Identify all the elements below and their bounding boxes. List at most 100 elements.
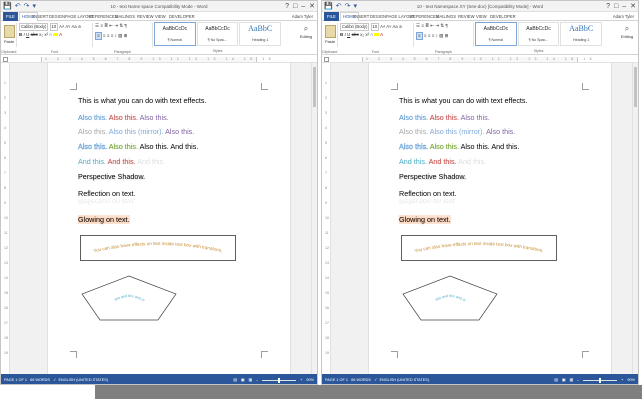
vertical-scrollbar[interactable] bbox=[632, 63, 638, 374]
underline-button[interactable]: U bbox=[347, 32, 350, 37]
borders-icon[interactable]: ⊞ bbox=[124, 33, 128, 38]
superscript-button[interactable]: x² bbox=[365, 32, 369, 37]
zoom-in-icon[interactable]: + bbox=[300, 374, 302, 384]
tab-developer[interactable]: DEVELOPER bbox=[169, 13, 195, 20]
page-count[interactable]: PAGE 1 OF 1 bbox=[325, 378, 348, 382]
change-case-button[interactable]: Aa bbox=[72, 24, 77, 29]
sort-icon[interactable]: ⇅ bbox=[119, 23, 123, 28]
document-page[interactable]: This is what you can do with text effect… bbox=[47, 63, 291, 374]
tab-view[interactable]: VIEW bbox=[476, 13, 487, 20]
vertical-ruler[interactable]: 1 2 3 4 5 6 7 8 9 10 11 12 13 14 15 16 17 18 19 bbox=[322, 63, 331, 374]
font-size-box[interactable]: 10 bbox=[49, 23, 59, 31]
bullets-icon[interactable]: ☰ bbox=[416, 23, 420, 28]
zoom-level[interactable]: 90% bbox=[627, 374, 635, 384]
grow-font-button[interactable]: A˄ bbox=[59, 24, 64, 29]
font-size-box[interactable]: 10 bbox=[370, 23, 380, 31]
shrink-font-button[interactable]: A˅ bbox=[386, 24, 391, 29]
pentagon-shape[interactable]: Like this and this and more. bbox=[401, 274, 499, 322]
tab-design[interactable]: DESIGN bbox=[370, 13, 386, 20]
strikethrough-button[interactable]: abc bbox=[352, 32, 359, 37]
sort-icon[interactable]: ⇅ bbox=[440, 23, 444, 28]
tab-insert[interactable]: INSERT bbox=[354, 13, 369, 20]
tab-selector[interactable] bbox=[324, 57, 329, 62]
close-icon[interactable]: ✕ bbox=[309, 2, 315, 11]
style-no-spacing[interactable]: AaBbCcDc ¶ No Spac... bbox=[517, 22, 560, 46]
tab-file[interactable]: FILE bbox=[324, 12, 339, 21]
align-center-icon[interactable]: ≡ bbox=[424, 33, 427, 38]
minimize-icon[interactable]: – bbox=[622, 2, 626, 11]
user-account[interactable]: Adam Tyler bbox=[292, 13, 313, 20]
tab-references[interactable]: REFERENCES bbox=[89, 13, 118, 20]
word-count[interactable]: 66 WORDS bbox=[30, 378, 50, 382]
font-name-box[interactable]: Calibri (Body) bbox=[19, 23, 49, 31]
zoom-in-icon[interactable]: + bbox=[621, 374, 623, 384]
tab-mailings[interactable]: MAILINGS bbox=[115, 13, 135, 20]
tab-mailings[interactable]: MAILINGS bbox=[436, 13, 456, 20]
numbering-icon[interactable]: ≡ bbox=[421, 23, 424, 28]
pentagon-shape[interactable]: Like this and this and more. bbox=[80, 274, 178, 322]
arched-text-box[interactable]: You can also have effects on text inside… bbox=[80, 235, 236, 261]
text-effects-button[interactable]: A bbox=[49, 32, 52, 37]
web-layout-icon[interactable]: ▦ bbox=[248, 374, 252, 384]
bold-button[interactable]: B bbox=[19, 32, 22, 37]
web-layout-icon[interactable]: ▦ bbox=[569, 374, 573, 384]
underline-button[interactable]: U bbox=[26, 32, 29, 37]
shrink-font-button[interactable]: A˅ bbox=[65, 24, 70, 29]
change-case-button[interactable]: Aa bbox=[393, 24, 398, 29]
zoom-slider-knob[interactable] bbox=[278, 377, 281, 383]
horizontal-ruler[interactable]: 1 2 3 4 5 6 7 8 9 10 11 12 13 14 15 16 bbox=[322, 56, 638, 63]
paste-icon[interactable] bbox=[325, 25, 336, 38]
style-heading-1[interactable]: AaBbC Heading 1 bbox=[560, 22, 603, 46]
tab-review[interactable]: REVIEW bbox=[137, 13, 154, 20]
zoom-level[interactable]: 90% bbox=[306, 374, 314, 384]
editing-button[interactable]: ⌕ Editing bbox=[619, 23, 635, 45]
style-normal[interactable]: AaBbCcDc ¶ Normal bbox=[475, 22, 517, 46]
superscript-button[interactable]: x² bbox=[44, 32, 48, 37]
clear-formatting-icon[interactable]: ⊘ bbox=[399, 24, 403, 29]
grow-font-button[interactable]: A˄ bbox=[380, 24, 385, 29]
align-left-icon[interactable]: ≡ bbox=[416, 32, 423, 40]
tab-review[interactable]: REVIEW bbox=[458, 13, 475, 20]
align-center-icon[interactable]: ≡ bbox=[103, 33, 106, 38]
decrease-indent-icon[interactable]: ⇤ bbox=[430, 23, 434, 28]
strikethrough-button[interactable]: abc bbox=[31, 32, 38, 37]
word-count[interactable]: 66 WORDS bbox=[351, 378, 371, 382]
proofing-icon[interactable]: ✓ bbox=[374, 378, 377, 382]
vertical-ruler[interactable]: 1 2 3 4 5 6 7 8 9 10 11 12 13 14 15 16 17 18 19 bbox=[1, 63, 10, 374]
scrollbar-thumb[interactable] bbox=[634, 67, 637, 107]
tab-view[interactable]: VIEW bbox=[155, 13, 166, 20]
language-status[interactable]: ENGLISH (UNITED STATES) bbox=[379, 378, 429, 382]
subscript-button[interactable]: x₂ bbox=[39, 32, 43, 37]
user-account[interactable]: Adam Tyler bbox=[613, 13, 634, 20]
tab-developer[interactable]: DEVELOPER bbox=[490, 13, 516, 20]
italic-button[interactable]: I bbox=[345, 32, 346, 37]
language-status[interactable]: ENGLISH (UNITED STATES) bbox=[58, 378, 108, 382]
arched-text-box[interactable]: You can also have effects on text inside… bbox=[401, 235, 557, 261]
tab-file[interactable]: FILE bbox=[3, 12, 18, 21]
align-right-icon[interactable]: ≡ bbox=[428, 33, 431, 38]
multilevel-list-icon[interactable]: ≣ bbox=[425, 23, 429, 28]
tab-selector[interactable] bbox=[3, 57, 8, 62]
ribbon-display-icon[interactable]: □ bbox=[614, 2, 618, 11]
borders-icon[interactable]: ⊞ bbox=[445, 33, 449, 38]
align-left-icon[interactable]: ≡ bbox=[95, 32, 102, 40]
shading-icon[interactable]: ▨ bbox=[439, 33, 443, 38]
highlight-color-icon[interactable] bbox=[374, 33, 380, 37]
show-marks-icon[interactable]: ¶ bbox=[124, 23, 126, 28]
increase-indent-icon[interactable]: ⇥ bbox=[114, 23, 118, 28]
align-right-icon[interactable]: ≡ bbox=[107, 33, 110, 38]
text-effects-button[interactable]: A bbox=[370, 32, 373, 37]
vertical-scrollbar[interactable] bbox=[311, 63, 317, 374]
print-layout-icon[interactable]: ▣ bbox=[562, 374, 566, 384]
document-page[interactable]: This is what you can do with text effect… bbox=[368, 63, 612, 374]
zoom-slider[interactable] bbox=[262, 377, 297, 383]
horizontal-ruler[interactable]: 1 2 3 4 5 6 7 8 9 10 11 12 13 14 15 16 bbox=[1, 56, 317, 63]
style-normal[interactable]: AaBbCcDc ¶ Normal bbox=[154, 22, 196, 46]
shading-icon[interactable]: ▨ bbox=[118, 33, 122, 38]
zoom-slider-knob[interactable] bbox=[599, 377, 602, 383]
decrease-indent-icon[interactable]: ⇤ bbox=[109, 23, 113, 28]
increase-indent-icon[interactable]: ⇥ bbox=[435, 23, 439, 28]
clear-formatting-icon[interactable]: ⊘ bbox=[78, 24, 82, 29]
multilevel-list-icon[interactable]: ≣ bbox=[104, 23, 108, 28]
editing-button[interactable]: ⌕ Editing bbox=[298, 23, 314, 45]
